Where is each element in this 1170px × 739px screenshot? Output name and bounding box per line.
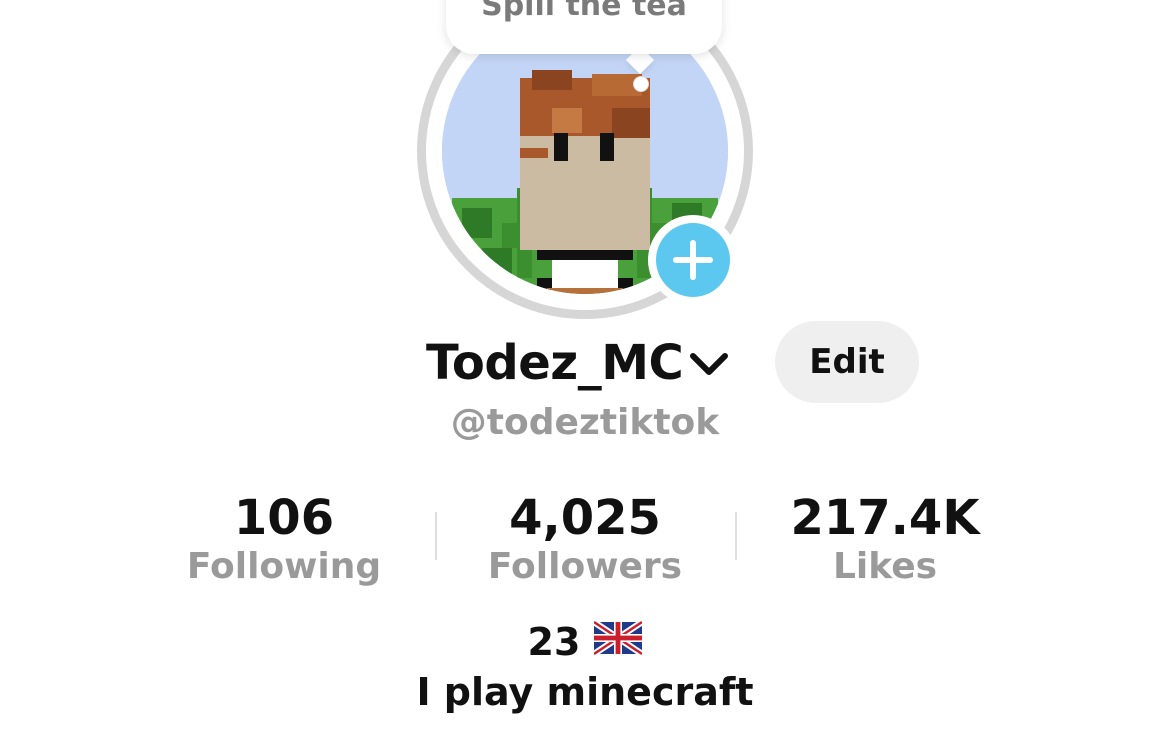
display-name: Todez_MC [426, 335, 684, 391]
username: @todeztiktok [450, 402, 720, 443]
followers-count: 4,025 [509, 490, 661, 546]
bio-age: 23 [527, 620, 581, 664]
stat-followers[interactable]: 4,025 Followers [435, 490, 735, 590]
bio-text: I play minecraft [416, 670, 754, 714]
following-count: 106 [233, 490, 335, 546]
stat-following[interactable]: 106 Following [134, 490, 434, 590]
uk-flag-icon [592, 619, 645, 664]
edit-profile-button[interactable]: Edit [775, 321, 919, 403]
bio-line-age: 23 [0, 619, 1170, 664]
add-story-button[interactable] [648, 215, 738, 305]
likes-label: Likes [832, 546, 938, 587]
followers-label: Followers [487, 546, 683, 587]
add-button-circle [656, 223, 730, 297]
speech-bubble[interactable]: Spill the tea [446, 0, 722, 54]
following-label: Following [186, 546, 382, 587]
likes-count: 217.4K [790, 490, 980, 546]
display-name-row[interactable]: Todez_MC [426, 330, 729, 396]
plus-icon [673, 240, 713, 280]
status-dot [633, 76, 649, 92]
chevron-down-icon[interactable] [689, 350, 729, 382]
stat-likes[interactable]: 217.4K Likes [735, 490, 1035, 590]
bubble-text: Spill the tea [481, 0, 687, 23]
